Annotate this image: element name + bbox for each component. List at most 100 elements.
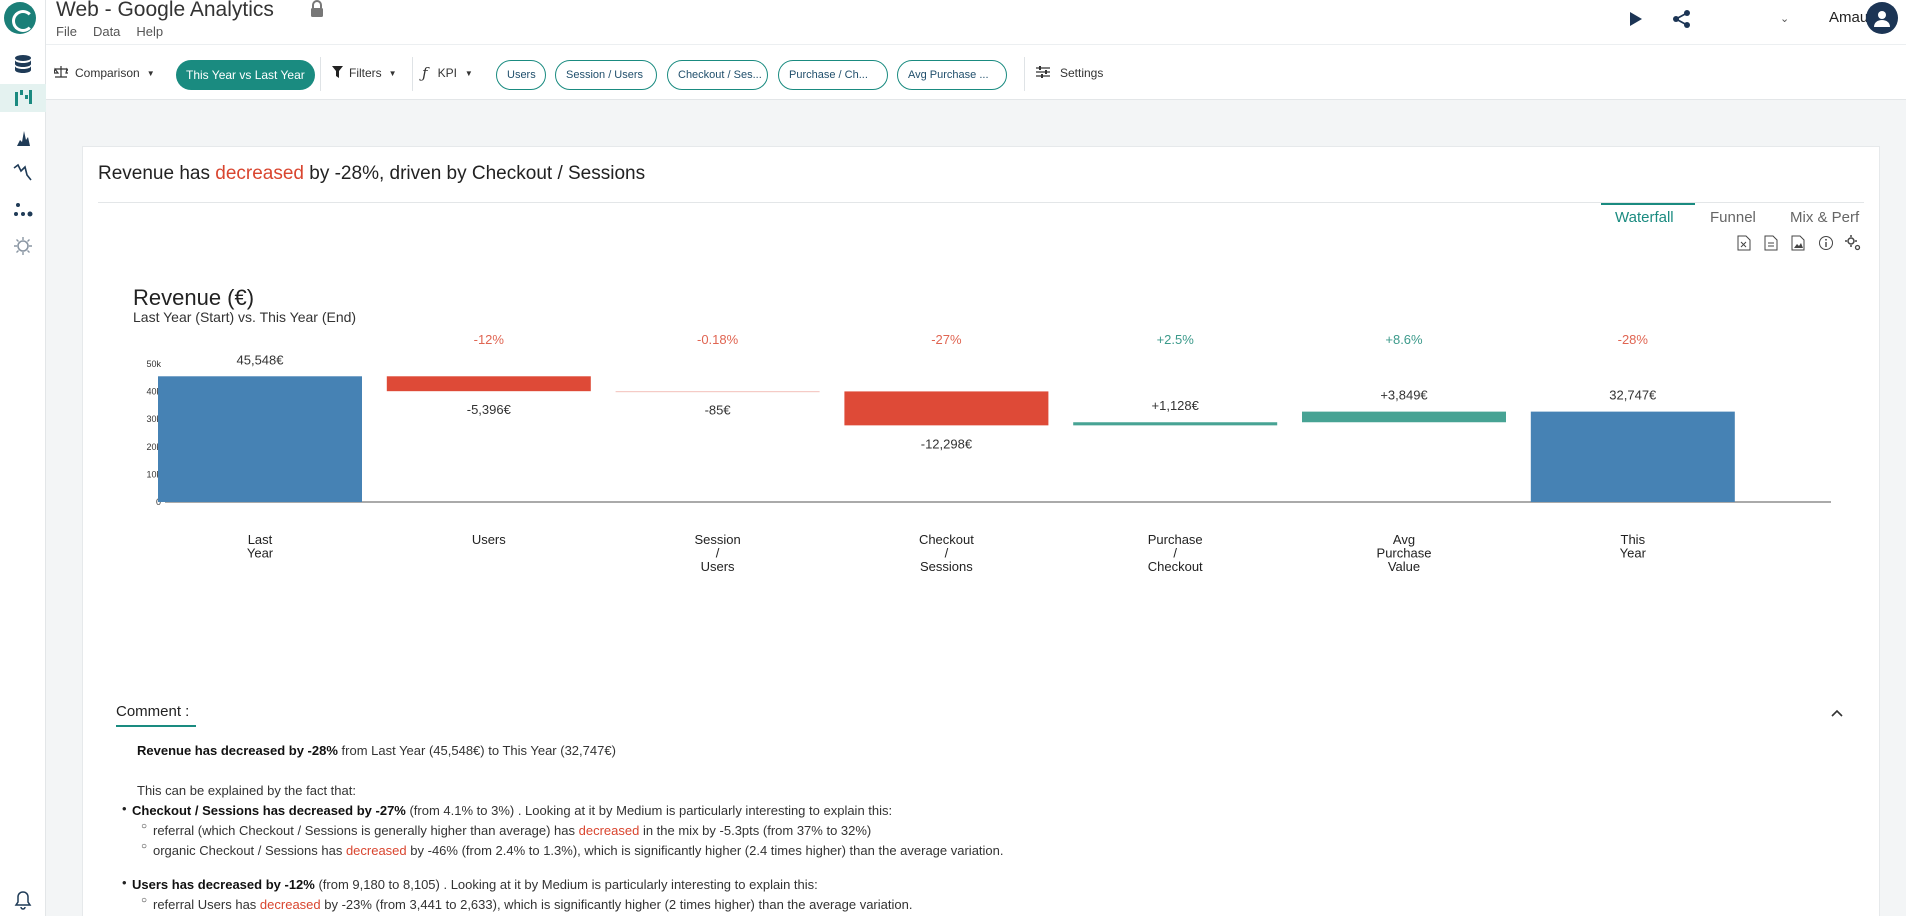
comment-bullet-1-sub-2: organic Checkout / Sessions has decrease… <box>153 843 1004 858</box>
summary-verb: decreased <box>220 743 286 758</box>
comment-bullet-1: Checkout / Sessions has decreased by -27… <box>132 803 892 818</box>
menu-file[interactable]: File <box>56 24 77 39</box>
kpi-pill-session-users[interactable]: Session / Users <box>555 60 657 90</box>
avatar[interactable] <box>1866 2 1898 34</box>
waterfall-chart: 010k20k30k40k50k45,548€LastYear-5,396€-1… <box>146 332 1831 574</box>
waterfall-bar <box>158 376 362 502</box>
sub-bullet-circle: ○ <box>141 821 148 832</box>
scale-icon <box>53 65 72 81</box>
filters-dropdown[interactable]: Filters ▼ <box>332 45 397 101</box>
caret-down-icon: ▼ <box>146 68 155 78</box>
b2s1-verb: decreased <box>259 897 321 912</box>
menu-bar: File Data Help <box>56 24 163 39</box>
lock-icon <box>310 0 324 23</box>
waterfall-view-icon[interactable] <box>0 84 46 112</box>
b2-d: (from 9,180 to 8,105) . Looking at it by… <box>314 877 818 892</box>
b2-c: by -12% <box>262 877 315 892</box>
bar-percent-label: -27% <box>931 332 962 347</box>
settings-button[interactable]: Settings <box>1036 45 1103 101</box>
waterfall-bar <box>386 376 591 392</box>
scatter-icon[interactable] <box>0 196 46 224</box>
toolbar-divider <box>1024 57 1025 91</box>
comment-summary: Revenue has decreased by -28% from Last … <box>137 743 616 758</box>
bar-percent-label: +2.5% <box>1157 332 1195 347</box>
left-rail <box>0 0 46 916</box>
bar-value-label: +3,849€ <box>1380 388 1428 403</box>
caret-down-icon: ▼ <box>388 68 397 78</box>
waterfall-bar <box>844 391 1049 426</box>
play-icon[interactable] <box>1628 10 1644 33</box>
kpi-pill-users[interactable]: Users <box>496 60 546 90</box>
b1s1-a: referral (which Checkout / Sessions is g… <box>153 823 579 838</box>
share-icon[interactable] <box>1672 9 1692 34</box>
b1s1-verb: decreased <box>578 823 640 838</box>
b1-verb: decreased <box>288 803 354 818</box>
database-icon[interactable] <box>0 50 46 78</box>
y-tick-label: 50k <box>146 359 161 369</box>
b1s2-a: organic Checkout / Sessions has <box>153 843 346 858</box>
category-label: Users <box>701 559 735 574</box>
funnel-filter-icon <box>332 65 343 81</box>
bullet-dot: • <box>122 875 127 890</box>
analysis-card: Revenue has decreased by -28%, driven by… <box>82 146 1880 916</box>
app-window: Web - Google Analytics File Data Help ⌄ … <box>0 0 1906 916</box>
b2s1-a: referral Users has <box>153 897 260 912</box>
category-label: Year <box>247 546 274 561</box>
comparison-label: Comparison <box>75 66 140 80</box>
notification-bell-icon[interactable] <box>0 886 46 914</box>
trend-line-icon[interactable] <box>0 158 46 186</box>
sub-bullet-circle: ○ <box>141 841 148 852</box>
category-label: Value <box>1388 559 1420 574</box>
function-icon: ƒ <box>422 64 428 82</box>
b1-c: by -27% <box>353 803 406 818</box>
b1s2-verb: decreased <box>345 843 407 858</box>
summary-c: by -28% <box>285 743 338 758</box>
summary-a: Revenue has <box>137 743 221 758</box>
bar-value-label: 45,548€ <box>237 352 285 367</box>
kpi-pill-avg-purchase[interactable]: Avg Purchase ... <box>897 60 1007 90</box>
comment-bullet-2-sub-1: referral Users has decreased by -23% (fr… <box>153 897 912 912</box>
bar-value-label: -5,396€ <box>467 402 512 417</box>
category-label: Checkout <box>1148 559 1203 574</box>
waterfall-bar <box>1302 411 1506 423</box>
filters-label: Filters <box>349 66 382 80</box>
bar-percent-label: -28% <box>1618 332 1649 347</box>
waterfall-bar <box>615 391 820 393</box>
summary-d: from Last Year (45,548€) to This Year (3… <box>337 743 616 758</box>
kpi-label: KPI <box>437 66 457 80</box>
kpi-dropdown[interactable]: ƒ KPI ▼ <box>422 45 473 101</box>
comment-label: Comment : <box>116 703 190 720</box>
category-label: Users <box>472 532 506 547</box>
b1s1-c: in the mix by -5.3pts (from 37% to 32%) <box>639 823 872 838</box>
chevron-up-icon[interactable] <box>1830 705 1844 721</box>
insight-bulb-icon[interactable] <box>0 232 46 260</box>
kpi-pill-checkout-sessions[interactable]: Checkout / Ses... <box>667 60 768 90</box>
caret-down-icon: ▼ <box>464 68 473 78</box>
kpi-pill-purchase-checkout[interactable]: Purchase / Ch... <box>778 60 888 90</box>
toolbar-divider <box>412 57 413 91</box>
b1-d: (from 4.1% to 3%) . Looking at it by Med… <box>405 803 893 818</box>
app-logo-icon[interactable] <box>4 2 36 34</box>
chevron-down-icon[interactable]: ⌄ <box>1780 12 1789 25</box>
menu-data[interactable]: Data <box>93 24 120 39</box>
bar-percent-label: +8.6% <box>1385 332 1423 347</box>
toolbar-divider <box>320 57 321 91</box>
bar-value-label: -85€ <box>705 402 732 417</box>
toolbar: Comparison ▼ This Year vs Last Year Filt… <box>46 44 1906 100</box>
comment-bullet-2: Users has decreased by -12% (from 9,180 … <box>132 877 818 892</box>
bullet-dot: • <box>122 801 127 816</box>
app-title: Web - Google Analytics <box>56 0 274 21</box>
comment-underline <box>116 725 196 727</box>
b2-a: Users has <box>132 877 198 892</box>
distribution-icon[interactable] <box>0 124 46 152</box>
menu-help[interactable]: Help <box>136 24 163 39</box>
bar-value-label: +1,128€ <box>1152 398 1200 413</box>
bar-percent-label: -12% <box>474 332 505 347</box>
b1-a: Checkout / Sessions has <box>132 803 289 818</box>
comparison-dropdown[interactable]: Comparison ▼ <box>53 45 155 101</box>
settings-label: Settings <box>1060 66 1104 80</box>
comment-intro: This can be explained by the fact that: <box>137 783 356 798</box>
sliders-icon <box>1036 65 1050 81</box>
waterfall-bar <box>1073 422 1278 426</box>
period-pill[interactable]: This Year vs Last Year <box>176 60 315 90</box>
